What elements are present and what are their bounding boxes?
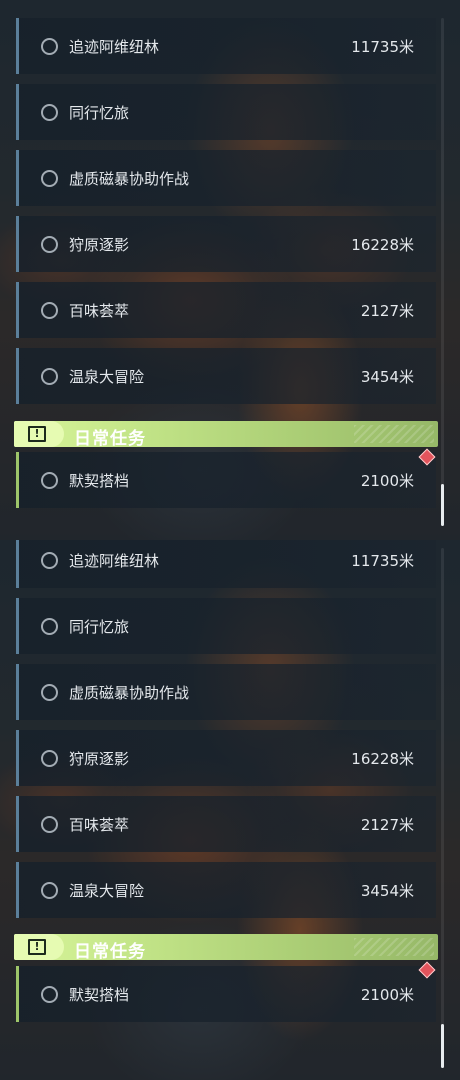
exclamation-icon: ! bbox=[28, 939, 46, 955]
task-item[interactable]: 温泉大冒险 3454米 bbox=[16, 862, 436, 918]
task-item[interactable]: 百味荟萃 2127米 bbox=[16, 796, 436, 852]
section-title: 日常任务 bbox=[74, 942, 146, 962]
task-item[interactable]: 默契搭档 2100米 bbox=[16, 452, 436, 508]
task-status-circle-icon bbox=[41, 986, 58, 1003]
daily-tasks-header: ! 日常任务 bbox=[14, 421, 438, 449]
task-item[interactable]: 虚质磁暴协助作战 bbox=[16, 150, 436, 206]
task-distance: 2100米 bbox=[360, 472, 414, 490]
scrollbar-thumb[interactable] bbox=[441, 484, 444, 526]
task-status-circle-icon bbox=[41, 236, 58, 253]
section-tag: ! bbox=[14, 421, 64, 447]
scrollbar-track[interactable] bbox=[441, 18, 444, 526]
task-name: 默契搭档 bbox=[69, 472, 130, 490]
task-status-circle-icon bbox=[41, 104, 58, 121]
task-status-circle-icon bbox=[41, 38, 58, 55]
daily-tasks-header: ! 日常任务 bbox=[14, 934, 438, 962]
task-distance: 3454米 bbox=[360, 882, 414, 900]
task-status-circle-icon bbox=[41, 472, 58, 489]
task-item[interactable]: 默契搭档 2100米 bbox=[16, 966, 436, 1022]
task-distance: 3454米 bbox=[360, 368, 414, 386]
task-name: 默契搭档 bbox=[69, 986, 130, 1004]
task-name: 温泉大冒险 bbox=[69, 368, 145, 386]
task-list[interactable]: 追迹阿维纽林 11735米 同行忆旅 虚质磁暴协助作战 狩原逐影 16228米 … bbox=[0, 540, 460, 1080]
task-distance: 2100米 bbox=[360, 986, 414, 1004]
task-status-circle-icon bbox=[41, 882, 58, 899]
section-tag: ! bbox=[14, 934, 64, 960]
task-item[interactable]: 同行忆旅 bbox=[16, 84, 436, 140]
task-distance: 11735米 bbox=[351, 38, 414, 56]
task-item[interactable]: 温泉大冒险 3454米 bbox=[16, 348, 436, 404]
task-name: 同行忆旅 bbox=[69, 618, 130, 636]
task-distance: 2127米 bbox=[360, 302, 414, 320]
task-name: 百味荟萃 bbox=[69, 302, 130, 320]
task-distance: 16228米 bbox=[351, 236, 414, 254]
task-name: 追迹阿维纽林 bbox=[69, 552, 160, 570]
task-item[interactable]: 追迹阿维纽林 11735米 bbox=[16, 540, 436, 588]
task-status-circle-icon bbox=[41, 368, 58, 385]
task-status-circle-icon bbox=[41, 750, 58, 767]
section-decoration bbox=[354, 425, 434, 443]
task-item[interactable]: 虚质磁暴协助作战 bbox=[16, 664, 436, 720]
exclamation-icon: ! bbox=[28, 426, 46, 442]
task-status-circle-icon bbox=[41, 684, 58, 701]
task-status-circle-icon bbox=[41, 170, 58, 187]
task-distance: 2127米 bbox=[360, 816, 414, 834]
task-name: 虚质磁暴协助作战 bbox=[69, 170, 190, 188]
task-item[interactable]: 追迹阿维纽林 11735米 bbox=[16, 18, 436, 74]
task-name: 虚质磁暴协助作战 bbox=[69, 684, 190, 702]
task-name: 追迹阿维纽林 bbox=[69, 38, 160, 56]
task-distance: 16228米 bbox=[351, 750, 414, 768]
task-status-circle-icon bbox=[41, 618, 58, 635]
task-distance: 11735米 bbox=[351, 552, 414, 570]
task-name: 狩原逐影 bbox=[69, 236, 130, 254]
scrollbar-track[interactable] bbox=[441, 548, 444, 1068]
task-name: 同行忆旅 bbox=[69, 104, 130, 122]
task-status-circle-icon bbox=[41, 552, 58, 569]
task-status-circle-icon bbox=[41, 302, 58, 319]
task-list-panel-2: 追迹阿维纽林 11735米 同行忆旅 虚质磁暴协助作战 狩原逐影 16228米 … bbox=[0, 540, 460, 1080]
task-list-panel-1: 追迹阿维纽林 11735米 同行忆旅 虚质磁暴协助作战 狩原逐影 16228米 … bbox=[0, 0, 460, 540]
task-item[interactable]: 百味荟萃 2127米 bbox=[16, 282, 436, 338]
task-item[interactable]: 狩原逐影 16228米 bbox=[16, 216, 436, 272]
task-name: 温泉大冒险 bbox=[69, 882, 145, 900]
task-name: 狩原逐影 bbox=[69, 750, 130, 768]
task-item[interactable]: 狩原逐影 16228米 bbox=[16, 730, 436, 786]
scrollbar-thumb[interactable] bbox=[441, 1024, 444, 1068]
task-status-circle-icon bbox=[41, 816, 58, 833]
section-title: 日常任务 bbox=[74, 429, 146, 449]
task-item[interactable]: 同行忆旅 bbox=[16, 598, 436, 654]
section-decoration bbox=[354, 938, 434, 956]
task-list[interactable]: 追迹阿维纽林 11735米 同行忆旅 虚质磁暴协助作战 狩原逐影 16228米 … bbox=[0, 0, 460, 540]
task-name: 百味荟萃 bbox=[69, 816, 130, 834]
